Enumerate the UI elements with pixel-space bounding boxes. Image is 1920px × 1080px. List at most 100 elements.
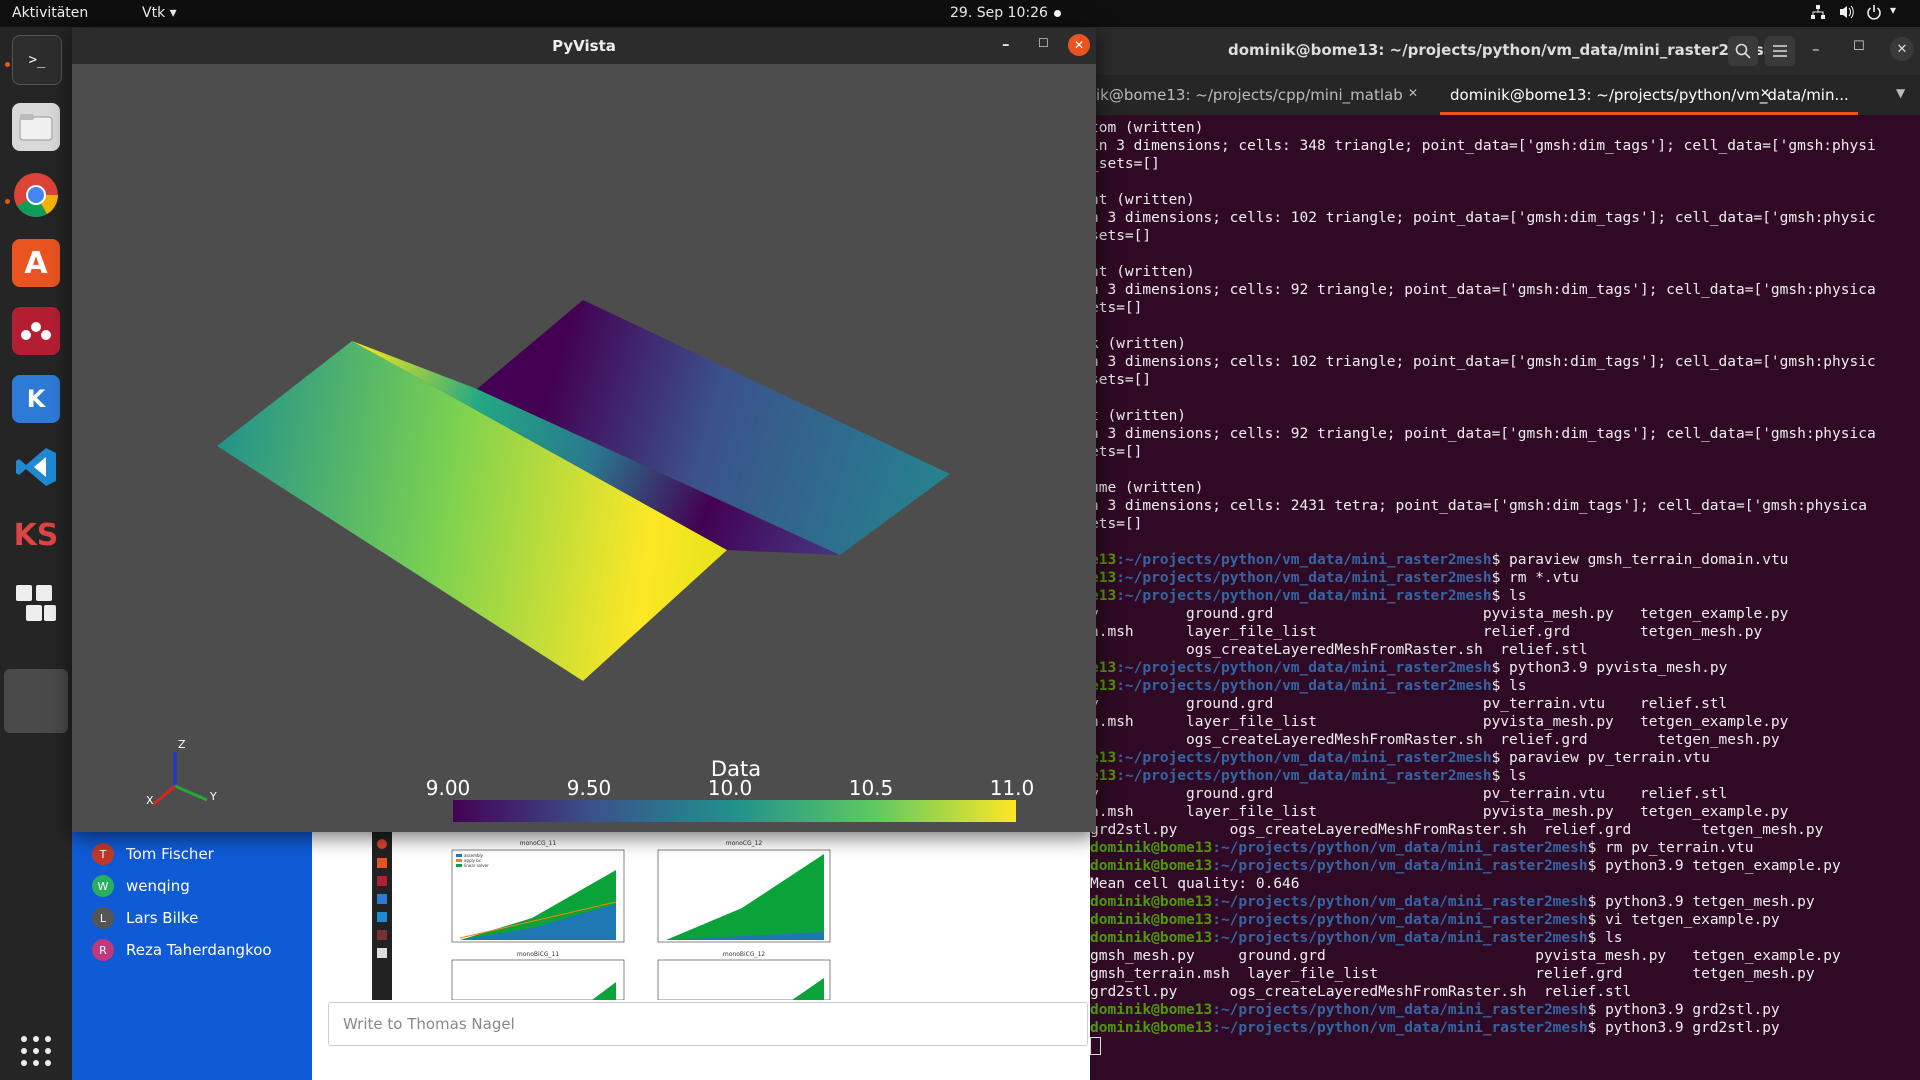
close-tab-icon[interactable]: ✕ xyxy=(1408,86,1418,100)
terminal-window[interactable]: dominik@bome13: ~/projects/python/vm_dat… xyxy=(1090,27,1920,1080)
terminal-line: y ground.grd pv_terrain.vtu relief.stl xyxy=(1090,785,1920,803)
prompt-path: :~/projects/python/vm_data/mini_raster2m… xyxy=(1116,552,1492,568)
minimize-icon[interactable]: – xyxy=(1812,40,1820,58)
command-text: $ python3.9 pyvista_mesh.py xyxy=(1491,660,1728,676)
search-icon[interactable] xyxy=(1728,36,1758,66)
scalar-bar-tick: 10.5 xyxy=(849,776,894,800)
terminal-line: e13:~/projects/python/vm_data/mini_raste… xyxy=(1090,677,1920,695)
terminal-line: ogs_createLayeredMeshFromRaster.sh relie… xyxy=(1090,641,1920,659)
pyvista-app-icon[interactable] xyxy=(4,669,68,733)
terrain-render[interactable]: Z Y X Data 9.00 9.50 10.0 10.5 11.0 xyxy=(72,64,1096,832)
output-text: tom (written) xyxy=(1090,120,1204,136)
person-wenqing[interactable]: W wenqing xyxy=(92,874,190,898)
terminal-line: dominik@bome13:~/projects/python/vm_data… xyxy=(1090,1001,1920,1019)
minimize-icon[interactable]: – xyxy=(1002,35,1010,53)
close-tab-icon[interactable]: ✕ xyxy=(1760,86,1770,100)
pyvista-window[interactable]: PyVista – ☐ ✕ Z Y X Data 9.00 9.50 10.0 … xyxy=(72,28,1096,832)
prompt-path: :~/projects/python/vm_data/mini_raster2m… xyxy=(1212,1002,1588,1018)
command-text: $ python3.9 tetgen_mesh.py xyxy=(1587,894,1815,910)
person-reza-taherdangkoo[interactable]: R Reza Taherdangkoo xyxy=(92,938,272,962)
terminal-line: n 3 dimensions; cells: 92 triangle; poin… xyxy=(1090,281,1920,299)
message-input[interactable]: Write to Thomas Nagel xyxy=(328,1002,1088,1046)
axis-x-label: X xyxy=(146,794,154,807)
text-cursor xyxy=(1090,1037,1101,1055)
maximize-icon[interactable]: ☐ xyxy=(1038,36,1049,50)
tab-mini-raster2mesh[interactable]: dominik@bome13: ~/projects/python/vm_dat… xyxy=(1440,75,1858,115)
maximize-icon[interactable]: ☐ xyxy=(1853,39,1865,54)
terminal-line: k (written) xyxy=(1090,335,1920,353)
volume-icon[interactable] xyxy=(1838,4,1856,24)
terminal-line: n.msh layer_file_list pyvista_mesh.py te… xyxy=(1090,713,1920,731)
command-text: $ paraview pv_terrain.vtu xyxy=(1491,750,1710,766)
files-icon[interactable] xyxy=(12,103,60,151)
terminal-line: n 3 dimensions; cells: 92 triangle; poin… xyxy=(1090,425,1920,443)
terminal-line: n.msh layer_file_list relief.grd tetgen_… xyxy=(1090,623,1920,641)
chat-people-list: T Tom Fischer W wenqing L Lars Bilke R R… xyxy=(72,832,312,1080)
orientation-axes-widget: Z Y X xyxy=(146,738,217,807)
output-text: n 3 dimensions; cells: 102 triangle; poi… xyxy=(1090,210,1876,226)
person-lars-bilke[interactable]: L Lars Bilke xyxy=(92,906,198,930)
command-text: $ python3.9 tetgen_example.py xyxy=(1587,858,1841,874)
terminal-line: y ground.grd pv_terrain.vtu relief.stl xyxy=(1090,695,1920,713)
output-text: n.msh layer_file_list relief.grd tetgen_… xyxy=(1090,624,1763,640)
hamburger-menu-icon[interactable] xyxy=(1765,36,1795,66)
mendeley-icon[interactable] xyxy=(12,307,60,355)
keyboard-icon[interactable] xyxy=(12,579,60,627)
prompt-path: :~/projects/python/vm_data/mini_raster2m… xyxy=(1116,588,1492,604)
person-name: wenqing xyxy=(126,877,190,895)
terminal-line: grd2stl.py ogs_createLayeredMeshFromRast… xyxy=(1090,821,1920,839)
output-text: n 3 dimensions; cells: 2431 tetra; point… xyxy=(1090,498,1867,514)
clock[interactable]: 29. Sep 10:26 xyxy=(950,5,1061,21)
terminal-line: dominik@bome13:~/projects/python/vm_data… xyxy=(1090,893,1920,911)
prompt-user: dominik@bome13 xyxy=(1090,1020,1213,1036)
close-icon[interactable]: ✕ xyxy=(1890,37,1914,61)
scalar-bar-tick: 9.50 xyxy=(567,776,612,800)
kile-icon[interactable]: K xyxy=(12,375,60,423)
command-text: $ ls xyxy=(1491,678,1527,694)
terminal-output[interactable]: tom (written) in 3 dimensions; cells: 348… xyxy=(1090,119,1920,1079)
shared-screenshot-image[interactable]: assembly apply bc linear solver monoCG_1… xyxy=(372,832,852,1000)
prompt-user: dominik@bome13 xyxy=(1090,1002,1213,1018)
app-menu[interactable]: Vtk ▾ xyxy=(142,5,177,21)
thumb-title: monoCG_12 xyxy=(726,840,763,847)
terminal-titlebar[interactable]: dominik@bome13: ~/projects/python/vm_dat… xyxy=(1090,27,1920,75)
software-store-icon[interactable]: A xyxy=(12,239,60,287)
output-text: nt (written) xyxy=(1090,192,1195,208)
terminal-line: e13:~/projects/python/vm_data/mini_raste… xyxy=(1090,749,1920,767)
kcachegrind-icon[interactable]: KS xyxy=(12,511,60,559)
prompt-path: :~/projects/python/vm_data/mini_raster2m… xyxy=(1212,858,1588,874)
terminal-line: dominik@bome13:~/projects/python/vm_data… xyxy=(1090,911,1920,929)
output-text: ht (written) xyxy=(1090,264,1195,280)
show-apps-icon[interactable] xyxy=(12,1027,60,1075)
output-text: _sets=[] xyxy=(1090,156,1160,172)
chrome-icon[interactable] xyxy=(12,171,60,219)
person-tom-fischer[interactable]: T Tom Fischer xyxy=(92,842,214,866)
output-text: sets=[] xyxy=(1090,372,1152,388)
terminal-line: in 3 dimensions; cells: 348 triangle; po… xyxy=(1090,137,1920,155)
vscode-icon[interactable] xyxy=(12,443,60,491)
output-text: ets=[] xyxy=(1090,300,1143,316)
chevron-down-icon[interactable]: ▾ xyxy=(1890,3,1896,17)
terminal-line: t (written) xyxy=(1090,407,1920,425)
terminal-icon[interactable]: >_ xyxy=(12,35,62,85)
command-text: $ rm *.vtu xyxy=(1491,570,1579,586)
pyvista-titlebar[interactable]: PyVista – ☐ ✕ xyxy=(72,28,1096,64)
tabs-menu-chevron-icon[interactable]: ▼ xyxy=(1896,86,1905,100)
avatar: W xyxy=(92,875,114,897)
terminal-line: e13:~/projects/python/vm_data/mini_raste… xyxy=(1090,659,1920,677)
terminal-line: n.msh layer_file_list pyvista_mesh.py te… xyxy=(1090,803,1920,821)
close-icon[interactable]: ✕ xyxy=(1068,34,1090,56)
power-icon[interactable] xyxy=(1866,4,1882,24)
terminal-line: ets=[] xyxy=(1090,443,1920,461)
thumb-title: monoBiCG_12 xyxy=(723,951,765,958)
network-icon[interactable] xyxy=(1810,4,1826,24)
render-canvas[interactable]: Z Y X Data 9.00 9.50 10.0 10.5 11.0 xyxy=(72,64,1096,832)
terminal-line: gmsh_terrain.msh layer_file_list relief.… xyxy=(1090,965,1920,983)
activities-button[interactable]: Aktivitäten xyxy=(12,5,88,21)
terminal-line: ogs_createLayeredMeshFromRaster.sh relie… xyxy=(1090,731,1920,749)
tab-mini-matlab[interactable]: ik@bome13: ~/projects/cpp/mini_matlab ✕ xyxy=(1090,75,1440,115)
terminal-line: tom (written) xyxy=(1090,119,1920,137)
output-text: n.msh layer_file_list pyvista_mesh.py te… xyxy=(1090,714,1789,730)
